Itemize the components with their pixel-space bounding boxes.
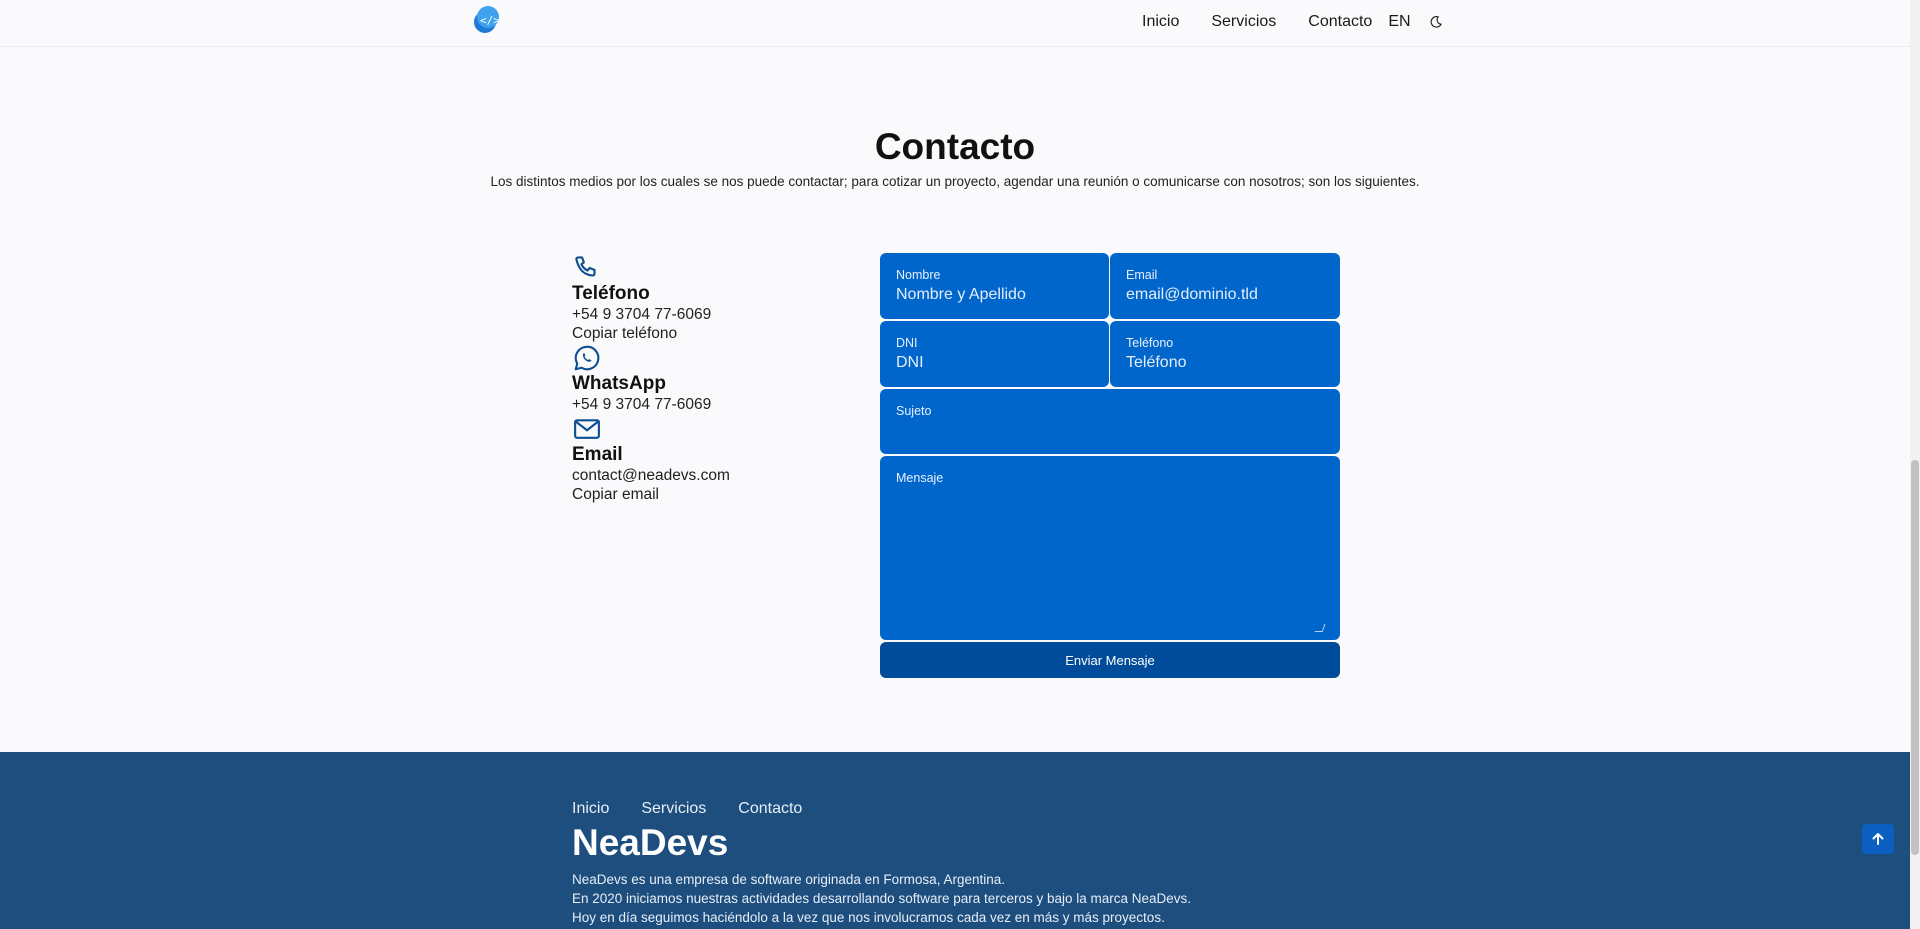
phone-block: Teléfono +54 9 3704 77-6069 Copiar teléf… (572, 253, 832, 343)
copy-phone-button[interactable]: Copiar teléfono (572, 324, 832, 343)
arrow-up-icon (1872, 833, 1884, 845)
mensaje-label: Mensaje (896, 471, 944, 485)
sujeto-label: Sujeto (896, 404, 932, 418)
contact-info: Teléfono +54 9 3704 77-6069 Copiar teléf… (572, 253, 832, 504)
scroll-to-top-button[interactable] (1862, 824, 1894, 854)
dni-label: DNI (896, 336, 918, 350)
whatsapp-heading: WhatsApp (572, 373, 666, 394)
send-message-button[interactable]: Enviar Mensaje (880, 642, 1340, 678)
mail-icon (574, 419, 600, 439)
phone-number: +54 9 3704 77-6069 (572, 306, 712, 323)
whatsapp-number: +54 9 3704 77-6069 (572, 396, 712, 413)
top-navbar: </> Inicio Servicios Contacto EN (0, 0, 1910, 47)
logo[interactable]: </> (471, 4, 501, 36)
telefono-field[interactable]: Teléfono (1110, 321, 1340, 387)
dni-field[interactable]: DNI (880, 321, 1109, 387)
phone-icon (575, 256, 596, 277)
nombre-field[interactable]: Nombre (880, 253, 1109, 319)
telefono-input[interactable] (1126, 354, 1328, 372)
nav-servicios[interactable]: Servicios (1211, 13, 1276, 31)
email-heading: Email (572, 444, 623, 465)
copy-email-button[interactable]: Copiar email (572, 485, 832, 504)
page-subtitle: Los distintos medios por los cuales se n… (490, 174, 1420, 189)
nombre-label: Nombre (896, 268, 941, 282)
footer-nav-servicios[interactable]: Servicios (641, 800, 706, 818)
footer-desc-line: Hoy en día seguimos haciéndolo a la vez … (572, 910, 1165, 925)
whatsapp-block: WhatsApp +54 9 3704 77-6069 (572, 343, 832, 414)
email-field[interactable]: Email (1110, 253, 1340, 319)
dni-input[interactable] (896, 354, 1097, 372)
footer-desc-line: NeaDevs es una empresa de software origi… (572, 872, 1005, 887)
mensaje-field[interactable]: Mensaje (880, 456, 1340, 640)
footer-nav-contacto[interactable]: Contacto (738, 800, 802, 818)
main-nav: Inicio Servicios Contacto EN (1142, 13, 1443, 31)
footer: Inicio Servicios Contacto NeaDevs NeaDev… (0, 752, 1910, 929)
email-block: Email contact@neadevs.com Copiar email (572, 414, 832, 504)
email-address: contact@neadevs.com (572, 467, 730, 484)
nav-inicio[interactable]: Inicio (1142, 13, 1179, 31)
email-input[interactable] (1126, 286, 1328, 304)
footer-nav: Inicio Servicios Contacto (572, 800, 834, 818)
moon-icon[interactable] (1429, 15, 1443, 29)
scrollbar-thumb[interactable] (1911, 460, 1919, 855)
sujeto-field[interactable]: Sujeto (880, 389, 1340, 454)
footer-brand: NeaDevs (572, 822, 729, 863)
svg-text:</>: </> (480, 14, 500, 27)
mensaje-textarea[interactable] (896, 492, 1328, 632)
page-title: Contacto (874, 126, 1036, 167)
footer-description: NeaDevs es una empresa de software origi… (572, 870, 1191, 927)
footer-nav-inicio[interactable]: Inicio (572, 800, 609, 818)
whatsapp-icon (574, 345, 600, 371)
nombre-input[interactable] (896, 286, 1097, 304)
phone-heading: Teléfono (572, 283, 650, 304)
footer-desc-line: En 2020 iniciamos nuestras actividades d… (572, 891, 1192, 906)
email-label: Email (1126, 268, 1158, 282)
sujeto-input[interactable] (896, 422, 1328, 440)
nav-contacto[interactable]: Contacto (1308, 13, 1372, 31)
telefono-label: Teléfono (1126, 336, 1174, 350)
language-toggle[interactable]: EN (1388, 13, 1410, 31)
